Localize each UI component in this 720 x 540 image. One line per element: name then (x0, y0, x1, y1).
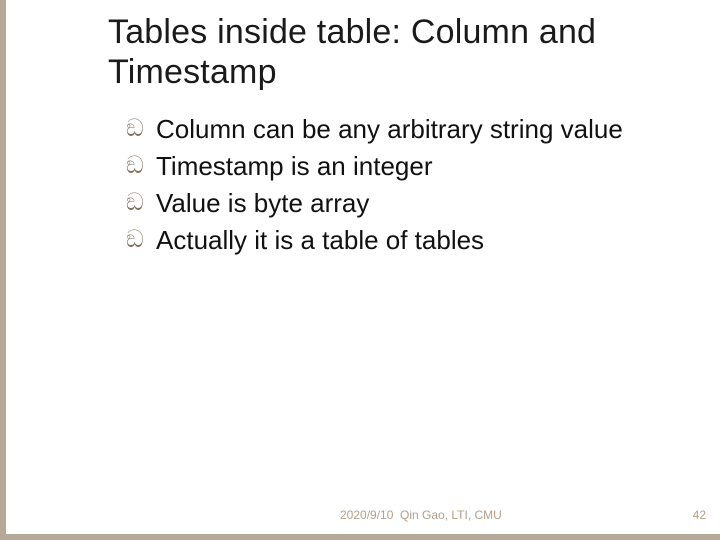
bullet-item: ඞ Timestamp is an integer (126, 149, 666, 184)
footer-page-number: 42 (693, 508, 706, 522)
footer-date: 2020/9/10 (340, 508, 393, 522)
bullet-text: Timestamp is an integer (156, 151, 432, 181)
slide-footer: 2020/9/10 Qin Gao, LTI, CMU 42 (0, 502, 720, 522)
footer-author: Qin Gao, LTI, CMU (400, 508, 502, 522)
bullet-glyph-icon: ඞ (126, 149, 154, 184)
slide: Tables inside table: Column and Timestam… (0, 0, 720, 540)
bullet-text: Column can be any arbitrary string value (156, 114, 623, 144)
bullet-glyph-icon: ඞ (126, 186, 154, 221)
bullet-item: ඞ Actually it is a table of tables (126, 223, 666, 258)
bullet-text: Actually it is a table of tables (156, 225, 484, 255)
bullet-glyph-icon: ඞ (126, 223, 154, 258)
bullet-item: ඞ Value is byte array (126, 186, 666, 221)
slide-body: ඞ Column can be any arbitrary string val… (126, 112, 666, 260)
slide-title: Tables inside table: Column and Timestam… (108, 12, 668, 92)
bullet-text: Value is byte array (156, 188, 369, 218)
bullet-glyph-icon: ඞ (126, 112, 154, 147)
bullet-item: ඞ Column can be any arbitrary string val… (126, 112, 666, 147)
